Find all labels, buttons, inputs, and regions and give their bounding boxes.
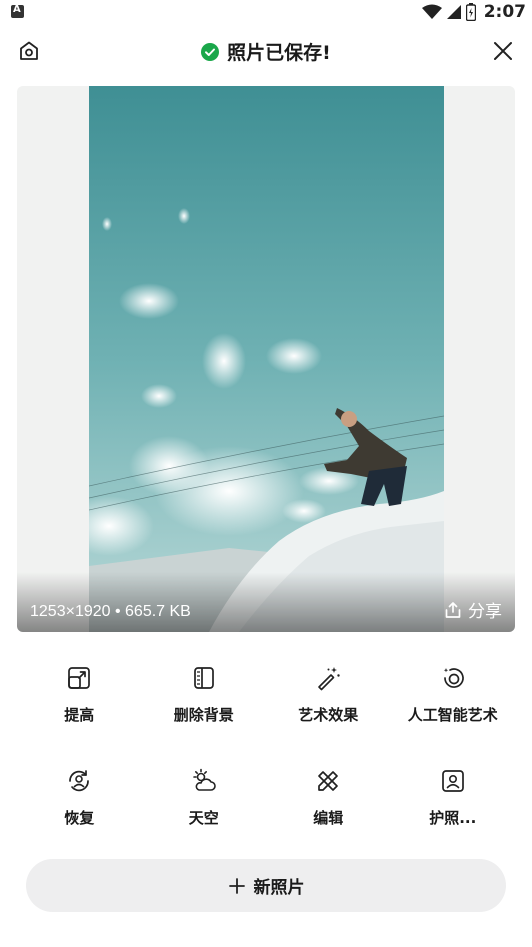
remove-background-icon bbox=[193, 667, 214, 689]
tool-label: 艺术效果 bbox=[298, 706, 359, 724]
preview-overlay bbox=[17, 572, 515, 632]
tool-ai-art[interactable]: 人工智能艺术 bbox=[391, 658, 516, 761]
share-label: 分享 bbox=[468, 602, 502, 622]
page-title: 照片已保存! bbox=[227, 42, 331, 64]
tool-label: 恢复 bbox=[64, 809, 95, 827]
new-photo-button[interactable]: 新照片 bbox=[26, 859, 506, 912]
ai-art-icon bbox=[443, 668, 464, 688]
tools-row: 提高 删除背景 艺术效果 人工智能艺术 bbox=[17, 658, 515, 761]
tool-label: 编辑 bbox=[313, 809, 344, 827]
tool-edit[interactable]: 编辑 bbox=[266, 761, 391, 864]
sky-icon bbox=[192, 768, 216, 791]
plus-icon bbox=[228, 877, 245, 894]
tools-grid: 提高 删除背景 艺术效果 人工智能艺术 恢复 天空 编辑 护照... bbox=[17, 658, 515, 864]
magic-wand-icon bbox=[318, 667, 340, 691]
photo-preview[interactable]: 1253×1920 • 665.7 KB 分享 bbox=[17, 86, 515, 632]
status-bar: 2:07 bbox=[0, 0, 532, 24]
tool-remove-background[interactable]: 删除背景 bbox=[142, 658, 267, 761]
tools-row: 恢复 天空 编辑 护照... bbox=[17, 761, 515, 864]
title-group: 照片已保存! bbox=[0, 38, 532, 65]
tool-enhance[interactable]: 提高 bbox=[17, 658, 142, 761]
status-icons: 2:07 bbox=[421, 2, 526, 22]
tool-art-effects[interactable]: 艺术效果 bbox=[266, 658, 391, 761]
tool-label: 天空 bbox=[188, 809, 219, 827]
header: 照片已保存! bbox=[0, 30, 532, 74]
tool-sky[interactable]: 天空 bbox=[142, 761, 267, 864]
edit-tools-icon bbox=[318, 771, 339, 791]
tool-label: 护照... bbox=[429, 809, 477, 827]
tool-restore[interactable]: 恢复 bbox=[17, 761, 142, 864]
battery-icon bbox=[465, 3, 476, 21]
passport-icon bbox=[441, 770, 464, 792]
success-check-icon bbox=[201, 42, 220, 61]
restore-face-icon bbox=[69, 770, 90, 792]
tool-label: 删除背景 bbox=[173, 706, 234, 724]
enhance-icon bbox=[68, 667, 91, 689]
cellular-signal-icon bbox=[446, 5, 461, 19]
image-meta: 1253×1920 • 665.7 KB bbox=[30, 603, 191, 620]
saved-photo bbox=[89, 86, 444, 632]
tool-passport[interactable]: 护照... bbox=[391, 761, 516, 864]
close-icon[interactable] bbox=[492, 40, 514, 62]
tool-label: 人工智能艺术 bbox=[407, 706, 498, 724]
tool-label: 提高 bbox=[64, 706, 95, 724]
share-icon bbox=[445, 601, 461, 618]
new-photo-label: 新照片 bbox=[253, 878, 305, 898]
status-time: 2:07 bbox=[483, 2, 526, 22]
share-button[interactable]: 分享 bbox=[444, 597, 502, 622]
wifi-icon bbox=[421, 4, 442, 19]
notification-app-icon bbox=[11, 4, 24, 18]
